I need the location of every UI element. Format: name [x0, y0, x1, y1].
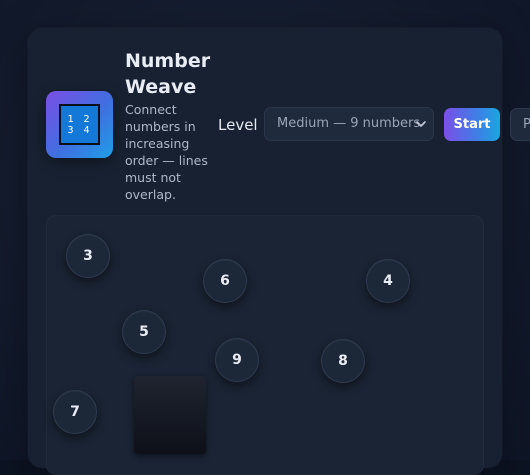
chevron-down-icon — [416, 121, 426, 127]
number-node[interactable]: 5 — [122, 310, 166, 354]
game-board[interactable] — [46, 215, 484, 475]
logo-digits-row1: 1 2 — [67, 113, 92, 125]
dark-tile — [134, 376, 206, 454]
title-line1: Number — [125, 50, 211, 72]
number-node[interactable]: 3 — [66, 234, 110, 278]
number-node[interactable]: 9 — [215, 338, 259, 382]
logo-digits-row2: 3 4 — [67, 124, 92, 136]
level-select-value: Medium — 9 numbers — [277, 116, 421, 131]
number-node[interactable]: 4 — [366, 259, 410, 303]
page-title: Number Weave — [125, 48, 215, 100]
number-node[interactable]: 8 — [321, 339, 365, 383]
number-node[interactable]: 6 — [203, 259, 247, 303]
secondary-button[interactable]: P — [510, 108, 530, 141]
page-background: 1 2 3 4 Number Weave Connect numbers in … — [0, 0, 530, 475]
number-grid-icon: 1 2 3 4 — [59, 104, 100, 145]
level-label: Level — [218, 116, 258, 134]
number-node[interactable]: 7 — [53, 390, 97, 434]
start-button[interactable]: Start — [444, 108, 500, 141]
app-logo: 1 2 3 4 — [46, 91, 113, 158]
title-line2: Weave — [125, 76, 197, 98]
level-select[interactable]: Medium — 9 numbers — [264, 107, 434, 141]
game-description: Connect numbers in increasing order — li… — [125, 102, 208, 202]
